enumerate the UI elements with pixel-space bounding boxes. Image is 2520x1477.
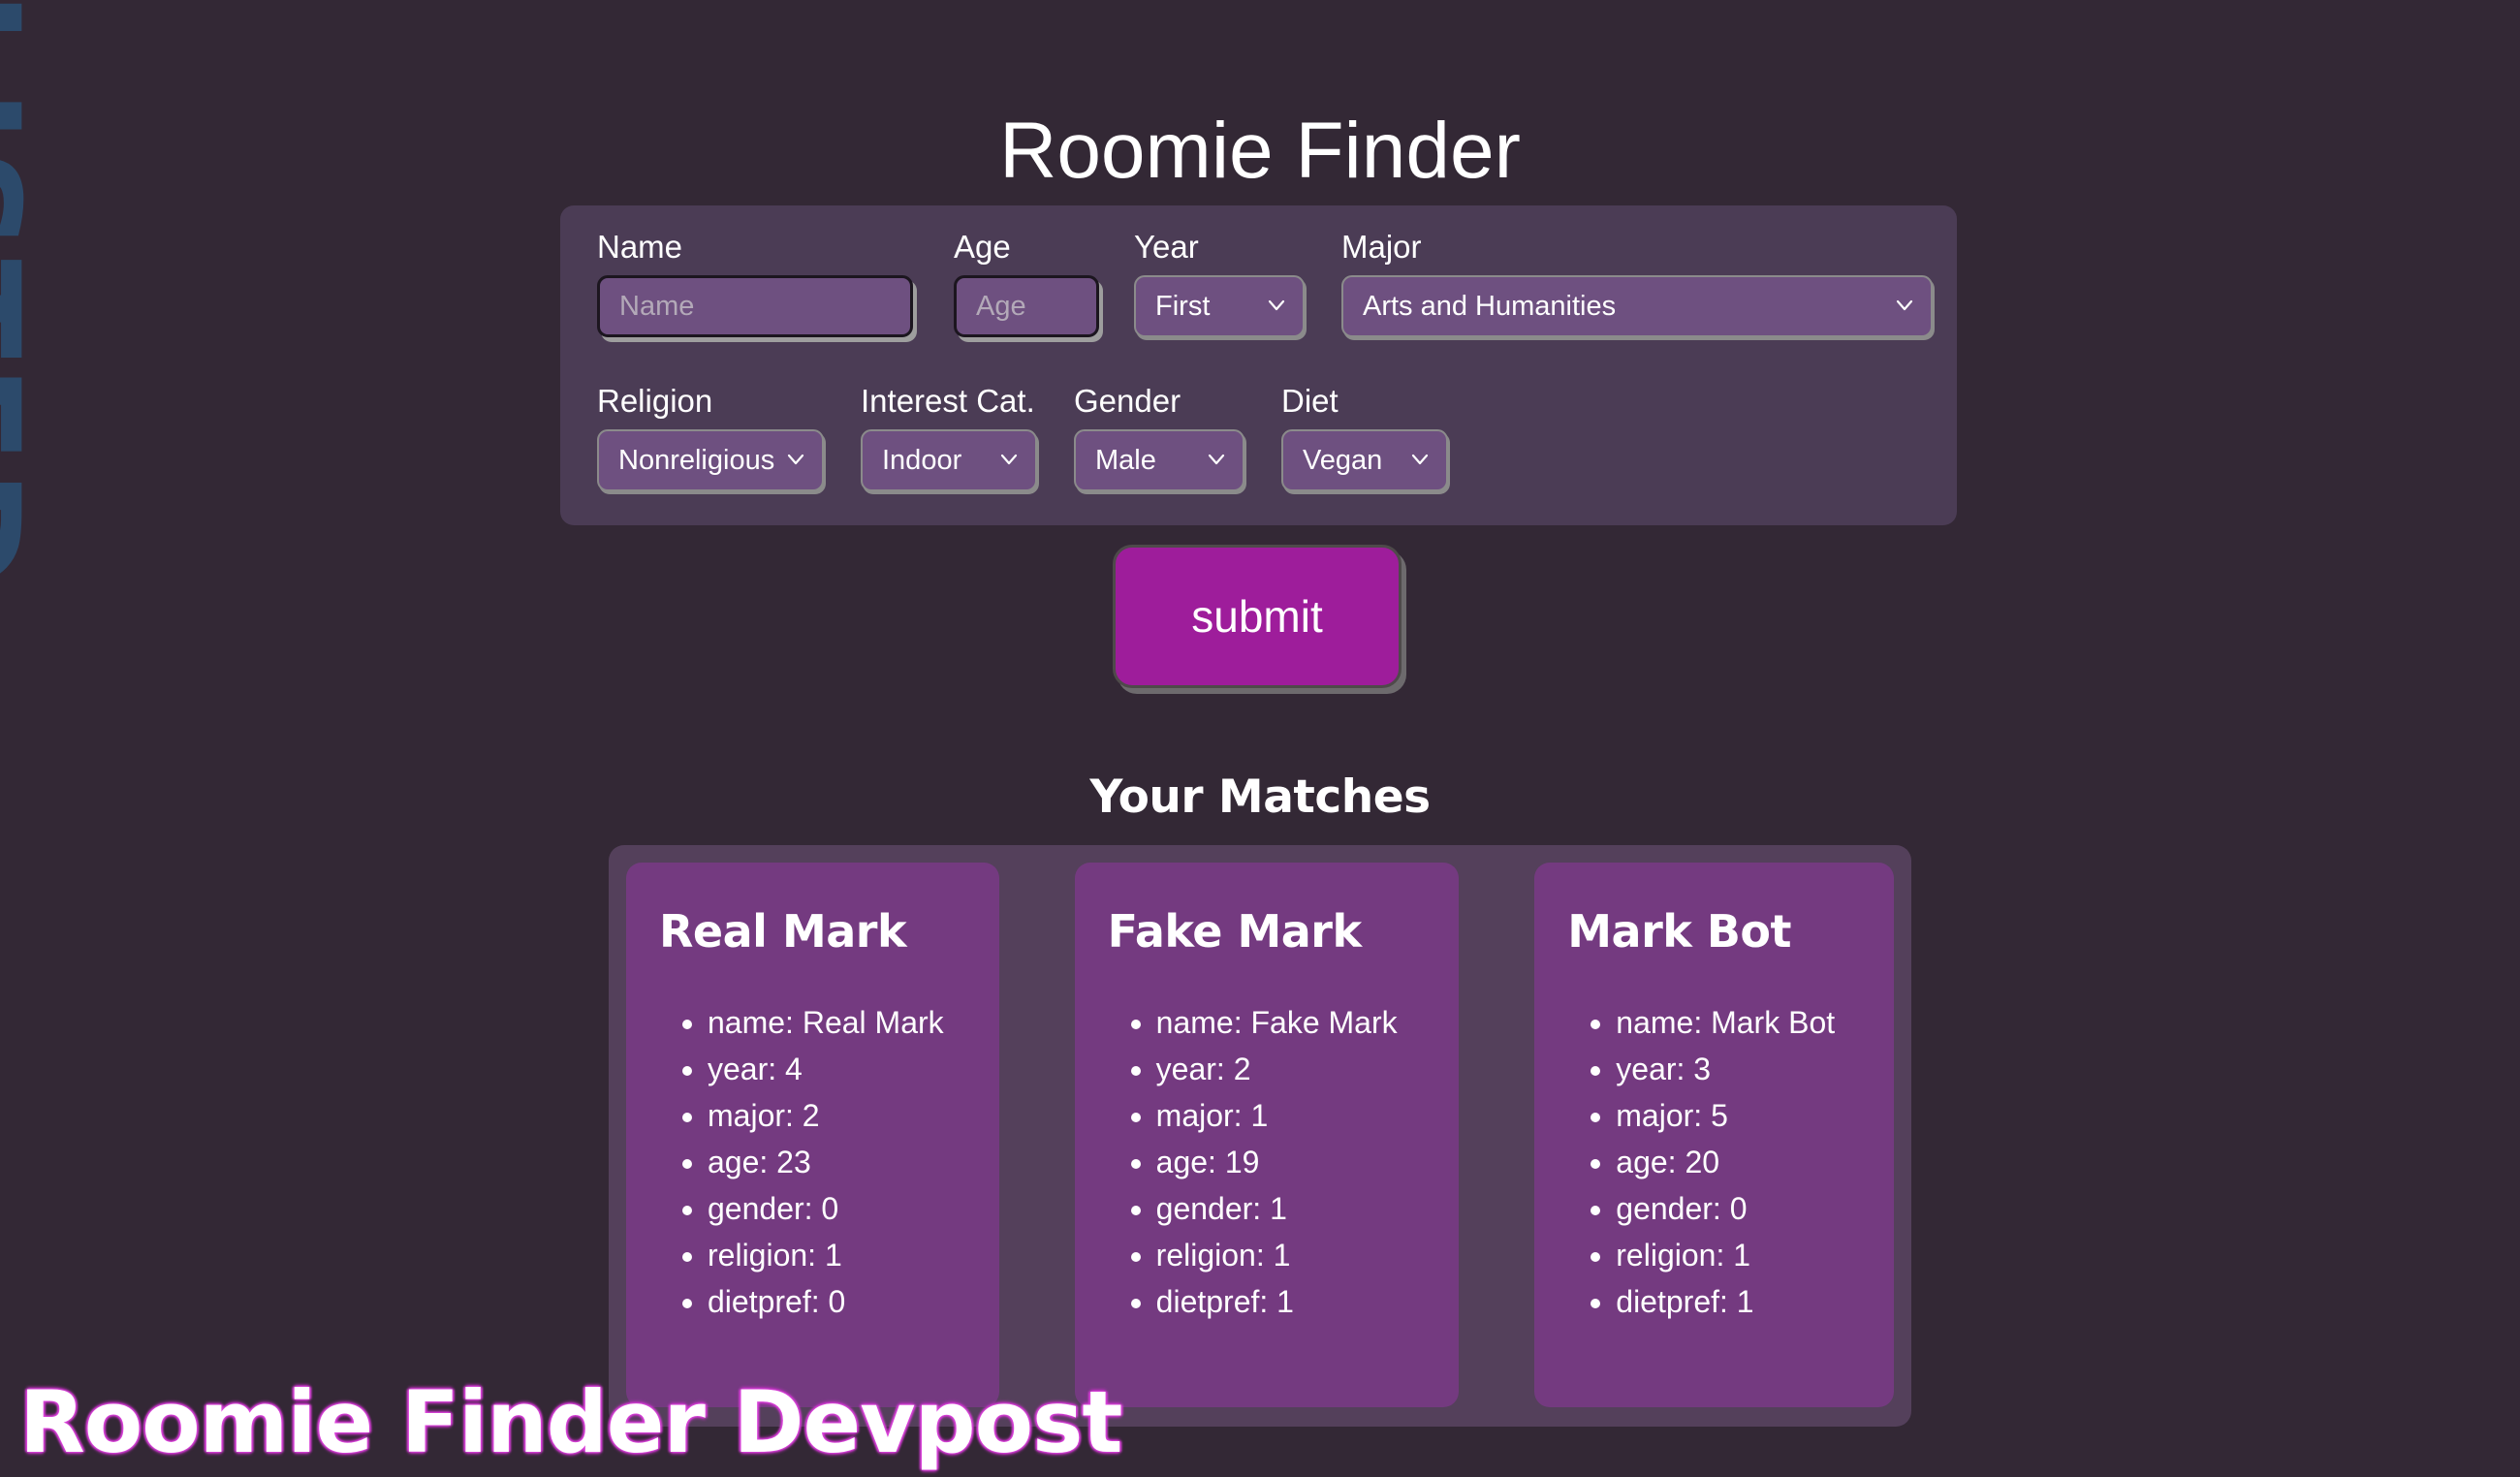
religion-select-value: Nonreligious — [618, 444, 775, 476]
field-name: Name Name — [597, 227, 913, 337]
list-item: year: 2 — [1156, 1046, 1427, 1092]
list-item: religion: 1 — [1156, 1232, 1427, 1278]
name-input[interactable]: Name — [597, 275, 913, 337]
field-interest-category: Interest Cat. Indoor — [861, 381, 1037, 491]
match-card-title: Mark Bot — [1567, 905, 1792, 958]
list-item: age: 20 — [1616, 1139, 1861, 1185]
form-row-2: Religion Nonreligious Interest Cat. Indo… — [580, 381, 1937, 491]
year-select-value: First — [1155, 290, 1211, 322]
label-year: Year — [1134, 229, 1199, 265]
list-item: name: Mark Bot — [1616, 999, 1861, 1046]
field-year: Year First — [1134, 227, 1305, 337]
diet-select-value: Vegan — [1303, 444, 1383, 476]
major-select[interactable]: Arts and Humanities — [1341, 275, 1933, 337]
matches-container: Real Mark name: Real Mark year: 4 major:… — [609, 845, 1911, 1427]
label-interest-category: Interest Cat. — [861, 383, 1035, 419]
list-item: gender: 0 — [1616, 1185, 1861, 1232]
gender-select-value: Male — [1095, 444, 1156, 476]
list-item: dietpref: 1 — [1616, 1278, 1861, 1325]
field-religion: Religion Nonreligious — [597, 381, 824, 491]
list-item: year: 3 — [1616, 1046, 1861, 1092]
label-name: Name — [597, 229, 683, 265]
list-item: religion: 1 — [708, 1232, 966, 1278]
match-card-details: name: Real Mark year: 4 major: 2 age: 23… — [659, 999, 966, 1325]
list-item: religion: 1 — [1616, 1232, 1861, 1278]
chevron-down-icon — [1895, 296, 1914, 315]
age-input-placeholder: Age — [976, 290, 1026, 322]
list-item: major: 5 — [1616, 1092, 1861, 1139]
major-select-value: Arts and Humanities — [1363, 290, 1617, 322]
list-item: age: 19 — [1156, 1139, 1427, 1185]
chevron-down-icon — [1410, 450, 1430, 469]
diet-select[interactable]: Vegan — [1281, 429, 1448, 491]
match-card-details: name: Mark Bot year: 3 major: 5 age: 20 … — [1567, 999, 1861, 1325]
label-age: Age — [954, 229, 1011, 265]
age-input[interactable]: Age — [954, 275, 1099, 337]
edge-watermark: LISTED — [0, 0, 49, 596]
chevron-down-icon — [786, 450, 805, 469]
year-select[interactable]: First — [1134, 275, 1305, 337]
list-item: name: Fake Mark — [1156, 999, 1427, 1046]
name-input-placeholder: Name — [619, 290, 695, 322]
match-card[interactable]: Fake Mark name: Fake Mark year: 2 major:… — [1074, 863, 1460, 1407]
list-item: major: 2 — [708, 1092, 966, 1139]
interest-category-select-value: Indoor — [882, 444, 962, 476]
chevron-down-icon — [1267, 296, 1286, 315]
interest-category-select[interactable]: Indoor — [861, 429, 1037, 491]
chevron-down-icon — [1207, 450, 1226, 469]
label-gender: Gender — [1074, 383, 1181, 419]
match-card[interactable]: Real Mark name: Real Mark year: 4 major:… — [626, 863, 999, 1407]
field-gender: Gender Male — [1074, 381, 1244, 491]
list-item: name: Real Mark — [708, 999, 966, 1046]
list-item: dietpref: 1 — [1156, 1278, 1427, 1325]
matches-heading: Your Matches — [1089, 770, 1431, 824]
form-row-1: Name Name Age Age Year First Major Arts — [580, 227, 1937, 337]
list-item: dietpref: 0 — [708, 1278, 966, 1325]
match-card-title: Fake Mark — [1107, 905, 1362, 958]
field-diet: Diet Vegan — [1281, 381, 1448, 491]
list-item: year: 4 — [708, 1046, 966, 1092]
match-card[interactable]: Mark Bot name: Mark Bot year: 3 major: 5… — [1534, 863, 1894, 1407]
field-age: Age Age — [954, 227, 1099, 337]
search-form-panel: Name Name Age Age Year First Major Arts — [560, 205, 1957, 525]
page-title: Roomie Finder — [999, 106, 1521, 195]
label-religion: Religion — [597, 383, 713, 419]
label-major: Major — [1341, 229, 1422, 265]
match-card-title: Real Mark — [659, 905, 907, 958]
list-item: gender: 1 — [1156, 1185, 1427, 1232]
list-item: gender: 0 — [708, 1185, 966, 1232]
submit-button[interactable]: submit — [1113, 545, 1402, 688]
chevron-down-icon — [999, 450, 1019, 469]
label-diet: Diet — [1281, 383, 1339, 419]
gender-select[interactable]: Male — [1074, 429, 1244, 491]
field-major: Major Arts and Humanities — [1341, 227, 1933, 337]
religion-select[interactable]: Nonreligious — [597, 429, 824, 491]
match-card-details: name: Fake Mark year: 2 major: 1 age: 19… — [1108, 999, 1427, 1325]
list-item: age: 23 — [708, 1139, 966, 1185]
list-item: major: 1 — [1156, 1092, 1427, 1139]
